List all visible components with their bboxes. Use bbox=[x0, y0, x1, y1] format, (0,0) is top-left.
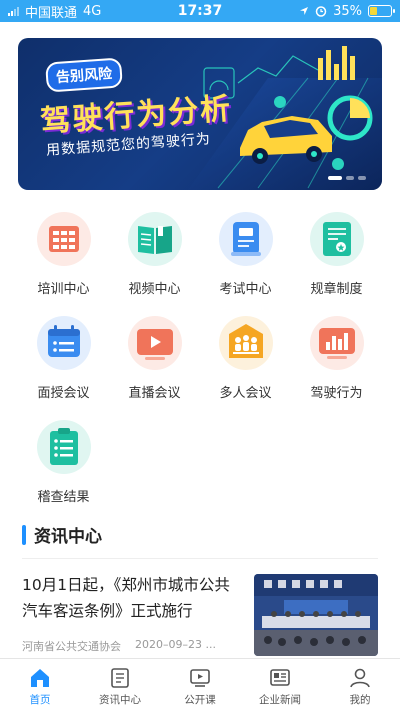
menu-label: 驾驶行为 bbox=[310, 386, 363, 401]
menu-item-exam[interactable]: 考试中心 bbox=[200, 210, 291, 302]
tab-open-class[interactable]: 公开课 bbox=[160, 659, 240, 710]
open-class-icon bbox=[190, 669, 210, 687]
menu-label: 规章制度 bbox=[310, 282, 363, 297]
regulations-icon bbox=[309, 212, 364, 266]
tab-home[interactable]: 首页 bbox=[0, 659, 80, 710]
tab-news-center[interactable]: 资讯中心 bbox=[80, 659, 160, 710]
menu-item-face-meeting[interactable]: 面授会议 bbox=[18, 314, 109, 406]
battery-percent: 35% bbox=[333, 3, 362, 19]
menu-label: 面授会议 bbox=[37, 386, 90, 401]
menu-label: 考试中心 bbox=[219, 282, 272, 297]
video-center-icon bbox=[127, 212, 182, 266]
menu-label: 稽查结果 bbox=[37, 490, 90, 505]
pagination-dot[interactable] bbox=[328, 176, 342, 180]
banner-tag: 告别风险 bbox=[45, 57, 123, 93]
battery-icon bbox=[368, 5, 395, 17]
menu-item-regulations[interactable]: 规章制度 bbox=[291, 210, 382, 302]
news-title: 10月1日起，《郑州市城市公共汽车客运条例》正式施行 bbox=[22, 576, 230, 620]
multi-meeting-icon bbox=[218, 316, 273, 370]
tab-label: 资讯中心 bbox=[99, 694, 141, 706]
tab-label: 公开课 bbox=[184, 694, 216, 706]
face-meeting-icon bbox=[36, 316, 91, 370]
home-icon bbox=[31, 669, 49, 687]
news-thumbnail bbox=[254, 574, 378, 656]
pagination-dot[interactable] bbox=[346, 176, 354, 180]
signal-icon bbox=[8, 6, 19, 16]
tab-company-news[interactable]: 企业新闻 bbox=[240, 659, 320, 710]
tab-label: 首页 bbox=[29, 694, 51, 706]
banner-carousel[interactable]: 告别风险 驾驶行为分析 用数据规范您的驾驶行为 bbox=[18, 38, 382, 190]
menu-label: 直播会议 bbox=[128, 386, 181, 401]
status-bar: 中国联通 4G 17:37 35% bbox=[0, 0, 400, 22]
news-list-item[interactable]: 10月1日起，《郑州市城市公共汽车客运条例》正式施行 河南省公共交通协会 202… bbox=[22, 568, 378, 658]
feature-grid: 培训中心 视频中心 考试中心 规章制度 面授会议 直播会议 多人会议 驾驶行为 … bbox=[18, 210, 382, 510]
news-section-header: 资讯中心 bbox=[22, 522, 102, 547]
bottom-tab-bar: 首页 资讯中心 公开课 企业新闻 我的 bbox=[0, 658, 400, 710]
carrier-name: 中国联通 bbox=[25, 5, 78, 21]
pagination-dot[interactable] bbox=[358, 176, 366, 180]
network-type: 4G bbox=[83, 3, 102, 19]
status-left: 中国联通 4G bbox=[8, 2, 148, 21]
menu-item-training[interactable]: 培训中心 bbox=[18, 210, 109, 302]
alarm-icon bbox=[315, 6, 327, 17]
section-accent-bar bbox=[22, 524, 26, 545]
section-title: 资讯中心 bbox=[34, 527, 102, 547]
menu-item-multi-meeting[interactable]: 多人会议 bbox=[200, 314, 291, 406]
tab-label: 我的 bbox=[349, 694, 371, 706]
training-center-icon bbox=[36, 212, 91, 266]
clock: 17:37 bbox=[177, 3, 223, 19]
menu-label: 多人会议 bbox=[219, 386, 272, 401]
live-meeting-icon bbox=[127, 316, 182, 370]
status-right: 35% bbox=[252, 3, 395, 19]
tab-profile[interactable]: 我的 bbox=[320, 659, 400, 710]
location-icon bbox=[300, 7, 309, 15]
menu-label: 视频中心 bbox=[128, 282, 181, 297]
menu-item-video[interactable]: 视频中心 bbox=[109, 210, 200, 302]
divider bbox=[22, 558, 378, 559]
news-center-icon bbox=[111, 668, 129, 688]
tab-label: 企业新闻 bbox=[259, 694, 301, 706]
menu-item-driving-behavior[interactable]: 驾驶行为 bbox=[291, 314, 382, 406]
news-date: 2020–09–23 ... bbox=[135, 638, 216, 651]
menu-item-inspection[interactable]: 稽查结果 bbox=[18, 418, 109, 510]
menu-label: 培训中心 bbox=[37, 282, 90, 297]
company-news-icon bbox=[270, 669, 290, 686]
banner-pagination bbox=[328, 176, 366, 180]
exam-center-icon bbox=[218, 212, 273, 266]
news-meta: 河南省公共交通协会 2020–09–23 ... bbox=[22, 638, 216, 654]
inspection-result-icon bbox=[36, 420, 91, 474]
menu-item-live-meeting[interactable]: 直播会议 bbox=[109, 314, 200, 406]
news-source: 河南省公共交通协会 bbox=[22, 640, 121, 653]
driving-behavior-icon bbox=[309, 316, 364, 370]
profile-icon bbox=[350, 668, 370, 688]
